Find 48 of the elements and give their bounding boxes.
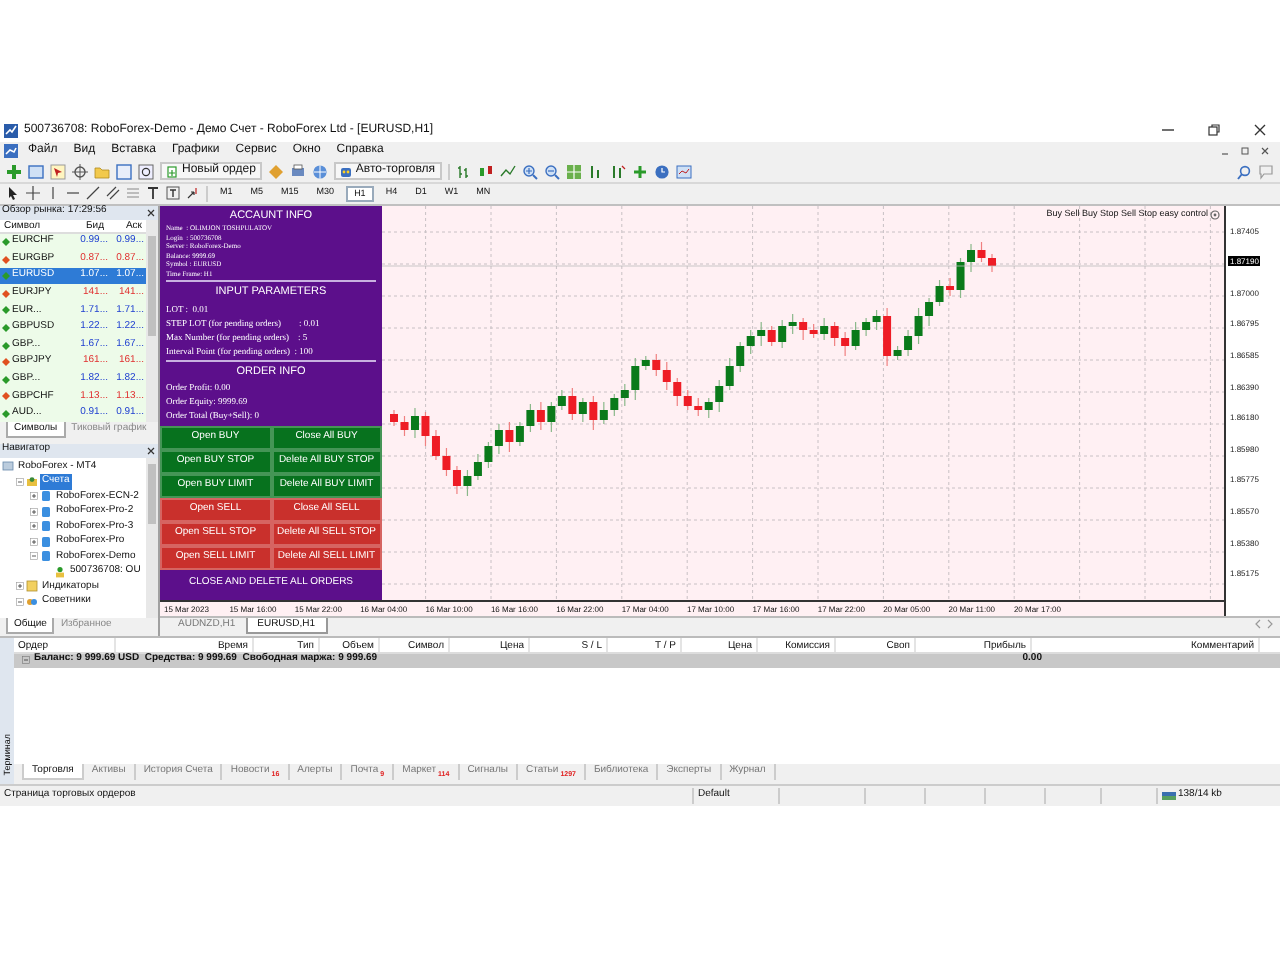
- restore-icon[interactable]: [1240, 146, 1250, 157]
- grid-icon[interactable]: [565, 163, 582, 180]
- close-icon[interactable]: [1260, 146, 1270, 157]
- gear-icon[interactable]: [1210, 209, 1220, 220]
- document-icon: [166, 165, 178, 178]
- close-icon[interactable]: [146, 207, 156, 218]
- window-icon[interactable]: [28, 163, 44, 180]
- arrows-icon[interactable]: [186, 186, 200, 201]
- minimize-icon[interactable]: [1160, 124, 1176, 137]
- channel-icon[interactable]: [106, 186, 120, 201]
- expand-icon[interactable]: [30, 492, 38, 501]
- zoom-icon[interactable]: [138, 163, 154, 180]
- expand-icon[interactable]: [16, 582, 24, 591]
- crosshair-icon[interactable]: [72, 163, 88, 180]
- cursor-icon[interactable]: [50, 163, 66, 180]
- restore-icon[interactable]: [1206, 124, 1222, 137]
- expand-icon[interactable]: [30, 507, 38, 516]
- clock-icon[interactable]: [653, 163, 670, 180]
- zoom-out-icon[interactable]: [543, 163, 560, 180]
- expand-icon[interactable]: [30, 537, 38, 546]
- vertical-line-icon[interactable]: [46, 186, 60, 201]
- connection-icon: [1162, 792, 1176, 801]
- collapse-icon[interactable]: [16, 477, 24, 486]
- scrollbar-thumb[interactable]: [148, 463, 156, 524]
- plus-icon[interactable]: [6, 163, 22, 180]
- text-tool-icon[interactable]: [146, 186, 160, 201]
- templates-icon[interactable]: [675, 163, 692, 180]
- trendline-icon[interactable]: [86, 186, 100, 201]
- person-icon: [54, 565, 66, 578]
- label-tool-icon[interactable]: [166, 186, 180, 201]
- pointer-icon[interactable]: [6, 186, 20, 201]
- scrollbar-thumb[interactable]: [148, 235, 156, 336]
- expand-icon[interactable]: [30, 522, 38, 531]
- search-icon[interactable]: [1236, 163, 1252, 180]
- crosshair-icon[interactable]: [26, 186, 40, 201]
- close-icon[interactable]: [1252, 124, 1268, 137]
- line-chart-icon[interactable]: [499, 163, 516, 180]
- folder-icon: [26, 475, 38, 488]
- collapse-icon[interactable]: [16, 597, 24, 606]
- robot-icon: [339, 165, 352, 178]
- globe-icon[interactable]: [311, 163, 328, 180]
- computer-icon: [2, 460, 14, 473]
- bar-chart-icon[interactable]: [455, 163, 472, 180]
- close-icon[interactable]: [146, 445, 156, 456]
- scroll-arrows-icon[interactable]: [1254, 617, 1274, 630]
- candlestick-icon[interactable]: [477, 163, 494, 180]
- collapse-icon[interactable]: [30, 552, 38, 561]
- zoom-in-icon[interactable]: [521, 163, 538, 180]
